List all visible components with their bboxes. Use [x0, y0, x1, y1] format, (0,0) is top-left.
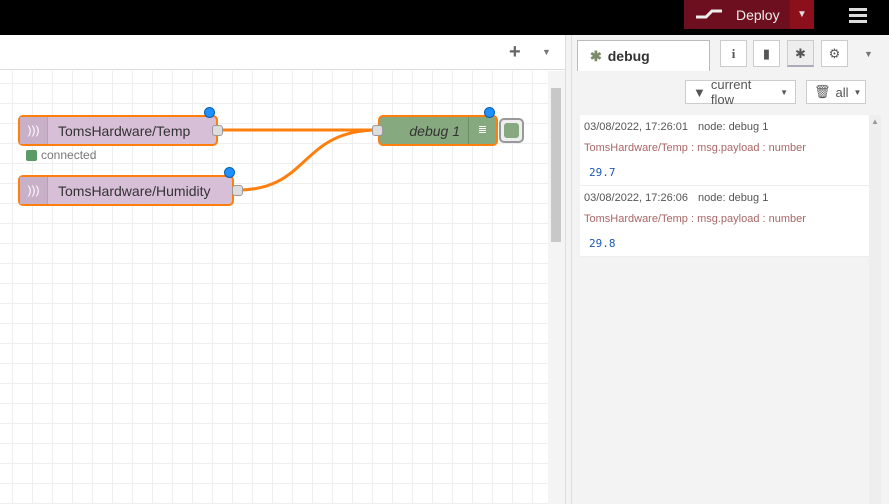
debug-bug-icon[interactable]: ✱	[787, 40, 814, 67]
output-port[interactable]	[232, 185, 243, 196]
flow-canvas[interactable]: ))) TomsHardware/Temp connected ))) Toms…	[0, 71, 548, 504]
node-status: connected	[26, 148, 96, 162]
trash-icon: 🗑	[814, 84, 831, 99]
status-dot-icon	[26, 149, 37, 161]
tab-label: debug	[607, 48, 650, 64]
flow-list-chevron-icon[interactable]: ▼	[542, 47, 551, 57]
changed-indicator	[204, 107, 215, 118]
message-time: 03/08/2022, 17:26:06	[584, 192, 688, 204]
mqtt-in-node-temp[interactable]: ))) TomsHardware/Temp	[18, 115, 218, 146]
debug-node[interactable]: debug 1 ≣	[378, 115, 498, 146]
sidebar: ✱ debug i ▮ ✱ ⚙ ▼ ▼ current flow ▼ 🗑 all ▼ 03…	[572, 35, 889, 504]
message-time: 03/08/2022, 17:26:01	[584, 121, 688, 133]
node-label: debug 1	[409, 122, 460, 139]
workspace-scrollbar[interactable]	[548, 71, 565, 504]
workspace-toolbar: + ▼	[0, 35, 565, 70]
deploy-icon	[696, 9, 722, 18]
main-menu-icon[interactable]	[849, 8, 867, 24]
input-port[interactable]	[372, 125, 383, 136]
clear-label: all	[835, 84, 849, 100]
changed-indicator	[484, 107, 495, 118]
chevron-down-icon: ▼	[853, 87, 862, 97]
debug-list-icon: ≣	[468, 117, 496, 144]
message-value: 29.8	[589, 237, 616, 250]
tab-debug[interactable]: ✱ debug	[577, 40, 710, 71]
filter-label: current flow	[710, 77, 752, 107]
info-icon[interactable]: i	[720, 40, 747, 67]
debug-message[interactable]: 03/08/2022, 17:26:06 node: debug 1 TomsHa…	[580, 186, 869, 257]
debug-scrollbar[interactable]: ▲	[869, 115, 881, 504]
filter-dropdown[interactable]: ▼ current flow ▼	[685, 77, 796, 107]
book-icon[interactable]: ▮	[753, 40, 780, 67]
mqtt-icon: )))	[20, 177, 48, 204]
filter-icon: ▼	[693, 84, 706, 100]
workspace: + ▼ ))) TomsHardware/Temp connected ))) …	[0, 35, 565, 504]
deploy-dropdown-button[interactable]: ▼	[790, 0, 814, 29]
header-bar: Deploy ▼	[0, 0, 889, 35]
node-label: TomsHardware/Humidity	[58, 182, 211, 199]
debug-toggle-button[interactable]	[499, 118, 524, 143]
add-flow-icon[interactable]: +	[509, 41, 521, 64]
node-label: TomsHardware/Temp	[58, 122, 191, 139]
message-value: 29.7	[589, 166, 616, 179]
mqtt-in-node-humidity[interactable]: ))) TomsHardware/Humidity	[18, 175, 234, 206]
deploy-label: Deploy	[736, 6, 780, 23]
mqtt-icon: )))	[20, 117, 48, 144]
message-topic: TomsHardware/Temp : msg.payload : number	[584, 213, 806, 225]
debug-message-list: 03/08/2022, 17:26:01 node: debug 1 TomsHa…	[580, 115, 869, 257]
changed-indicator	[224, 167, 235, 178]
status-text: connected	[41, 148, 97, 162]
message-node[interactable]: node: debug 1	[698, 192, 768, 204]
clear-dropdown[interactable]: 🗑 all ▼	[806, 80, 866, 104]
deploy-button[interactable]: Deploy	[684, 0, 790, 29]
message-topic: TomsHardware/Temp : msg.payload : number	[584, 142, 806, 154]
sidebar-tabs-chevron-icon[interactable]: ▼	[864, 49, 873, 59]
chevron-down-icon: ▼	[780, 87, 788, 97]
gear-icon[interactable]: ⚙	[821, 40, 848, 67]
debug-message[interactable]: 03/08/2022, 17:26:01 node: debug 1 TomsHa…	[580, 115, 869, 186]
output-port[interactable]	[212, 125, 223, 136]
message-node[interactable]: node: debug 1	[698, 121, 768, 133]
sidebar-separator[interactable]	[565, 35, 572, 504]
bug-icon: ✱	[590, 47, 602, 64]
